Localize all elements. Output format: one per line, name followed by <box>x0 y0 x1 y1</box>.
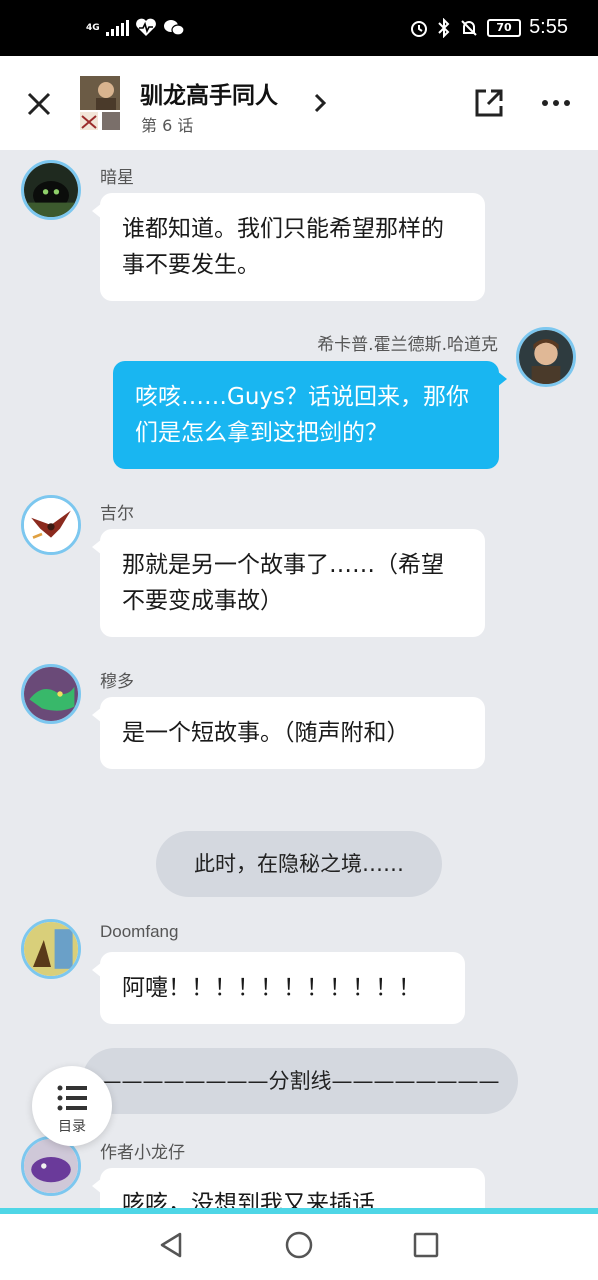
speaker-name: 穆多 <box>100 672 134 692</box>
avatar[interactable] <box>21 664 81 724</box>
message-bubble[interactable]: 谁都知道。我们只能希望那样的事不要发生。 <box>92 193 485 301</box>
narration-bubble[interactable]: 此时，在隐秘之境…… <box>156 831 442 897</box>
status-left: 4G <box>86 18 185 38</box>
message-bubble[interactable]: 那就是另一个故事了……（希望不要变成事故） <box>92 529 485 637</box>
back-icon[interactable] <box>156 1230 186 1260</box>
speaker-name: 作者小龙仔 <box>100 1143 185 1163</box>
home-icon[interactable] <box>284 1230 314 1260</box>
divider-bubble[interactable]: ————————分割线———————— <box>82 1048 518 1114</box>
episode-label: 第 6 话 <box>141 116 194 135</box>
clipped-area: 咳咳，没想到我又来插话 <box>0 1168 598 1208</box>
message-bubble[interactable]: 阿嚏！！！！！！！！！！！ <box>92 952 465 1024</box>
status-bar: 4G 70 5:55 <box>0 0 598 56</box>
chevron-right-icon[interactable] <box>310 92 330 114</box>
clock: 5:55 <box>529 16 568 38</box>
close-icon[interactable] <box>24 89 54 119</box>
menu-label: 目录 <box>58 1119 86 1135</box>
bluetooth-icon <box>438 17 450 38</box>
dragon-avatar-icon <box>24 922 78 976</box>
avatar[interactable] <box>21 160 81 220</box>
story-title[interactable]: 驯龙高手同人 <box>140 76 278 110</box>
speaker-name: 暗星 <box>100 168 134 188</box>
chat-header: 驯龙高手同人 第 6 话 <box>0 56 598 150</box>
mute-icon <box>461 19 477 36</box>
hiccup-avatar-icon <box>519 330 573 384</box>
avatar[interactable] <box>516 327 576 387</box>
dragon-avatar-icon <box>24 498 78 552</box>
story-thumbnail[interactable] <box>80 76 120 130</box>
alarm-icon <box>411 20 428 37</box>
speaker-name: Doomfang <box>100 922 179 941</box>
status-right: 70 5:55 <box>409 16 568 39</box>
speaker-name: 希卡普.霍兰德斯.哈道克 <box>317 335 498 355</box>
avatar[interactable] <box>21 495 81 555</box>
battery-icon: 70 <box>487 18 522 37</box>
message-bubble[interactable]: 咳咳，没想到我又来插话 <box>92 1168 485 1208</box>
speaker-name: 吉尔 <box>100 504 134 524</box>
network-type: 4G <box>86 22 100 33</box>
dragon-avatar-icon <box>24 667 78 721</box>
table-of-contents-button[interactable]: 目录 <box>32 1066 112 1146</box>
system-nav-bar <box>0 1214 598 1280</box>
message-bubble[interactable]: 是一个短故事。（随声附和） <box>92 697 485 769</box>
message-bubble[interactable]: 咳咳……Guys？话说回来，那你们是怎么拿到这把剑的？ <box>113 361 507 469</box>
signal-icon <box>105 20 129 36</box>
recents-icon[interactable] <box>411 1230 441 1260</box>
dragon-avatar-icon <box>24 163 78 217</box>
avatar[interactable] <box>21 919 81 979</box>
more-icon[interactable] <box>542 100 570 106</box>
wechat-icon <box>163 20 185 36</box>
list-icon <box>57 1085 87 1111</box>
share-icon[interactable] <box>472 86 506 120</box>
health-icon <box>135 18 156 36</box>
